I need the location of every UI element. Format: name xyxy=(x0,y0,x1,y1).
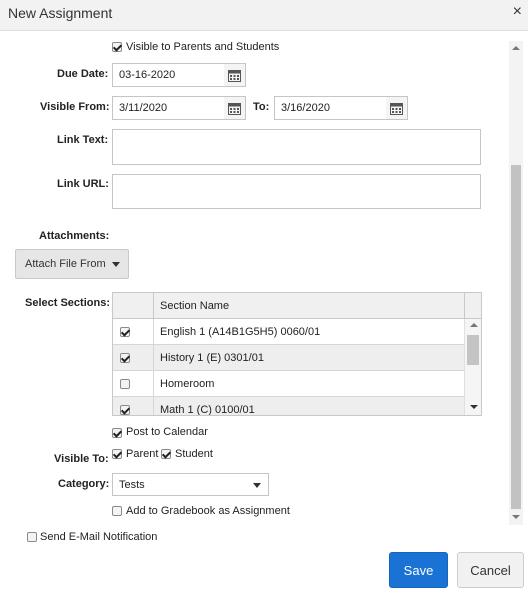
section-name: English 1 (A14B1G5H5) 0060/01 xyxy=(160,326,321,338)
section-name: Math 1 (C) 0100/01 xyxy=(160,404,255,416)
cancel-button[interactable]: Cancel xyxy=(457,552,524,588)
scroll-up-icon[interactable] xyxy=(470,323,478,327)
visible-to-parent-checkbox[interactable] xyxy=(112,449,122,459)
visible-from-input[interactable] xyxy=(112,96,225,120)
visible-to-date-label: To: xyxy=(253,101,270,113)
section-checkbox[interactable] xyxy=(120,353,130,363)
visible-from-calendar-button[interactable] xyxy=(224,96,246,120)
cancel-button-label: Cancel xyxy=(470,563,511,578)
section-name-column-header[interactable]: Section Name xyxy=(160,300,229,312)
sections-scrollbar[interactable] xyxy=(464,319,481,415)
send-email-checkbox[interactable] xyxy=(27,532,37,542)
close-icon[interactable]: × xyxy=(513,3,522,21)
visible-to-label: Visible To: xyxy=(54,453,109,465)
due-date-label: Due Date: xyxy=(57,68,109,80)
chevron-down-icon xyxy=(112,262,120,267)
calendar-icon xyxy=(228,103,241,115)
dialog-titlebar: New Assignment × xyxy=(0,0,528,31)
sections-grid-header: Section Name xyxy=(113,293,481,319)
table-row[interactable]: Homeroom xyxy=(113,371,464,397)
section-checkbox[interactable] xyxy=(120,327,130,337)
visible-parents-students-checkbox[interactable] xyxy=(112,42,122,52)
calendar-icon xyxy=(228,70,241,82)
attach-file-from-label: Attach File From xyxy=(25,258,106,270)
link-url-label: Link URL: xyxy=(57,178,109,190)
visible-to-parent-label: Parent xyxy=(126,448,159,460)
section-name: Homeroom xyxy=(160,378,215,390)
scroll-up-icon[interactable] xyxy=(512,46,520,50)
visible-to-student-label: Student xyxy=(175,448,213,460)
visible-parents-students-label: Visible to Parents and Students xyxy=(126,41,280,53)
chevron-down-icon xyxy=(253,483,261,488)
section-name: History 1 (E) 0301/01 xyxy=(160,352,264,364)
calendar-icon xyxy=(390,103,403,115)
table-row[interactable]: Math 1 (C) 0100/01 xyxy=(113,397,464,416)
sections-grid: Section Name English 1 (A14B1G5H5) 0060/… xyxy=(112,292,482,416)
visible-to-calendar-button[interactable] xyxy=(386,96,408,120)
link-text-input[interactable] xyxy=(112,129,481,165)
save-button-label: Save xyxy=(403,563,434,578)
post-to-calendar-checkbox[interactable] xyxy=(112,428,122,438)
link-text-label: Link Text: xyxy=(57,134,109,146)
scroll-down-icon[interactable] xyxy=(470,405,478,409)
due-date-calendar-button[interactable] xyxy=(224,63,246,87)
attachments-label: Attachments: xyxy=(39,230,110,242)
scroll-thumb[interactable] xyxy=(467,335,479,365)
visible-to-student-checkbox[interactable] xyxy=(161,449,171,459)
visible-to-date-input[interactable] xyxy=(274,96,387,120)
category-label: Category: xyxy=(58,478,110,490)
category-select[interactable]: Tests xyxy=(112,473,269,496)
due-date-input[interactable] xyxy=(112,63,225,87)
scroll-thumb[interactable] xyxy=(511,165,521,509)
visible-from-label: Visible From: xyxy=(40,101,110,113)
table-row[interactable]: History 1 (E) 0301/01 xyxy=(113,345,464,371)
scroll-down-icon[interactable] xyxy=(512,515,520,519)
dialog-title: New Assignment xyxy=(8,5,113,21)
section-checkbox[interactable] xyxy=(120,379,130,389)
dialog-scrollbar[interactable] xyxy=(509,41,523,525)
table-row[interactable]: English 1 (A14B1G5H5) 0060/01 xyxy=(113,319,464,345)
link-url-input[interactable] xyxy=(112,174,481,209)
category-value: Tests xyxy=(119,479,145,491)
section-checkbox[interactable] xyxy=(120,405,130,415)
send-email-label: Send E-Mail Notification xyxy=(40,531,158,543)
select-sections-label: Select Sections: xyxy=(25,297,110,309)
attach-file-from-button[interactable]: Attach File From xyxy=(15,249,129,279)
save-button[interactable]: Save xyxy=(389,552,448,588)
post-to-calendar-label: Post to Calendar xyxy=(126,426,208,438)
add-to-gradebook-checkbox[interactable] xyxy=(112,506,122,516)
add-to-gradebook-label: Add to Gradebook as Assignment xyxy=(126,505,290,517)
